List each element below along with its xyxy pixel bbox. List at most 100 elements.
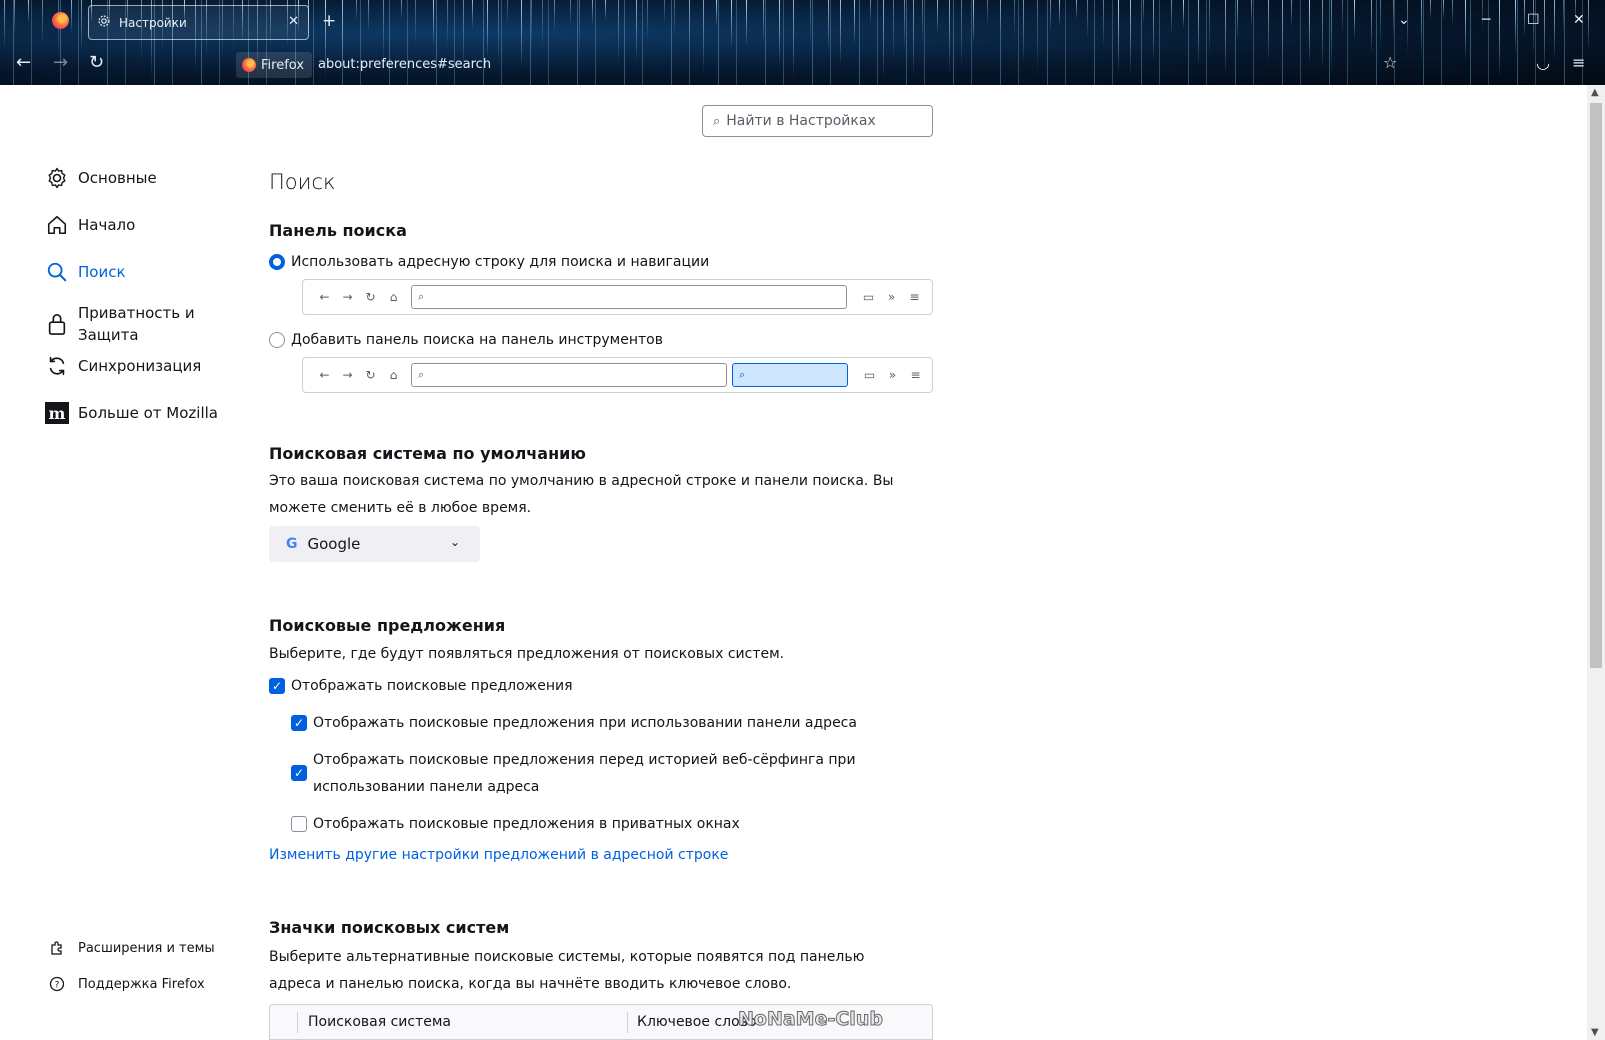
close-window-icon[interactable]: ✕	[1573, 12, 1585, 28]
checkbox[interactable]: ✓	[291, 715, 307, 731]
close-tab-icon[interactable]: ✕	[288, 14, 299, 29]
url-input[interactable]: about:preferences#search	[318, 57, 491, 72]
theme-streak	[810, 0, 811, 46]
column-header-engine[interactable]: Поисковая система	[308, 1014, 451, 1030]
sidebar-item-sync[interactable]: Синхронизация	[44, 353, 201, 379]
back-icon: ←	[319, 368, 330, 382]
radio-button[interactable]	[269, 254, 285, 270]
radio-add-searchbar[interactable]: Добавить панель поиска на панель инструм…	[269, 327, 663, 354]
checkbox[interactable]	[291, 816, 307, 832]
reload-icon: ↻	[365, 368, 376, 382]
theme-streak	[507, 0, 508, 24]
footer-link-label: Поддержка Firefox	[78, 976, 205, 992]
sidebar-item-search[interactable]: Поиск	[44, 259, 126, 285]
tab-settings[interactable]: Настройки ✕	[88, 5, 309, 40]
theme-streak	[618, 0, 619, 64]
sidebar-item-general[interactable]: Основные	[44, 165, 157, 191]
theme-streak	[937, 0, 938, 33]
sidebar-item-home[interactable]: Начало	[44, 212, 135, 238]
minimize-icon[interactable]: ─	[1482, 12, 1490, 28]
shortcuts-description: Выберите альтернативные поисковые систем…	[269, 949, 865, 992]
checkbox-label: Отображать поисковые предложения перед и…	[313, 752, 856, 795]
page-scrollbar[interactable]: ▲ ▼	[1587, 85, 1605, 1040]
theme-streak	[81, 0, 82, 53]
theme-streak	[1103, 0, 1104, 49]
help-icon: ?	[48, 976, 66, 992]
theme-streak	[1499, 0, 1500, 79]
scroll-down-icon[interactable]: ▼	[1591, 1027, 1599, 1038]
theme-streak	[731, 0, 732, 49]
theme-streak	[342, 0, 343, 64]
identity-label: Firefox	[261, 57, 305, 73]
theme-streak	[58, 0, 59, 59]
mozilla-icon: m	[44, 400, 70, 426]
puzzle-icon	[48, 940, 66, 956]
radio-label: Использовать адресную строку для поиска …	[291, 254, 710, 270]
watermark: NoNaMe-Club	[738, 1008, 884, 1031]
identity-box[interactable]: Firefox	[236, 52, 313, 78]
urlbar-mock: ⌕	[411, 285, 847, 309]
theme-streak	[973, 0, 974, 45]
new-tab-icon[interactable]: +	[322, 11, 336, 31]
theme-streak	[1515, 0, 1516, 54]
checkbox[interactable]: ✓	[291, 765, 307, 781]
scroll-up-icon[interactable]: ▲	[1591, 87, 1599, 98]
theme-streak	[401, 0, 402, 20]
settings-search-input[interactable]: ⌕ Найти в Настройках	[702, 105, 933, 137]
checkbox-label: Отображать поисковые предложения	[291, 678, 573, 694]
checkbox-suggestions-address-bar[interactable]: ✓ Отображать поисковые предложения при и…	[291, 710, 857, 737]
theme-streak	[883, 0, 884, 79]
other-suggestion-settings-link[interactable]: Изменить другие настройки предложений в …	[269, 847, 728, 863]
lock-icon	[44, 311, 70, 337]
back-icon[interactable]: ←	[16, 52, 31, 73]
checkbox[interactable]: ✓	[269, 678, 285, 694]
checkbox-suggestions-before-history[interactable]: ✓ Отображать поисковые предложения перед…	[291, 747, 891, 801]
pocket-icon[interactable]: ◡	[1536, 53, 1550, 72]
menu-icon: ≡	[909, 290, 920, 304]
menu-icon[interactable]: ≡	[1572, 53, 1585, 72]
sidebar-footer-support[interactable]: ? Поддержка Firefox	[48, 976, 205, 992]
checkbox-suggestions-private[interactable]: Отображать поисковые предложения в прива…	[291, 811, 740, 838]
theme-streak	[554, 0, 555, 33]
theme-streak	[1354, 0, 1355, 40]
theme-streak	[1430, 0, 1431, 20]
overflow-icon: »	[888, 368, 897, 382]
radio-use-urlbar[interactable]: Использовать адресную строку для поиска …	[269, 249, 709, 276]
theme-streak	[71, 0, 72, 34]
radio-button[interactable]	[269, 332, 285, 348]
checkbox-show-suggestions[interactable]: ✓ Отображать поисковые предложения	[269, 673, 573, 700]
urlbar-preview: ← → ↻ ⌂ ⌕ ▭ » ≡	[302, 279, 933, 315]
default-engine-heading: Поисковая система по умолчанию	[269, 444, 586, 463]
maximize-icon[interactable]: ☐	[1527, 12, 1540, 28]
theme-streak	[472, 0, 473, 29]
checkbox-label: Отображать поисковые предложения в прива…	[313, 816, 740, 832]
sidebar-footer-addons[interactable]: Расширения и темы	[48, 940, 215, 956]
sidebar-item-mozilla[interactable]: m Больше от Mozilla	[44, 400, 218, 426]
bookmark-star-icon[interactable]: ☆	[1383, 53, 1397, 72]
firefox-view-icon[interactable]	[52, 12, 69, 29]
sidebar-item-privacy[interactable]: Приватность и Защита	[44, 302, 198, 346]
sidebar-item-label: Основные	[78, 169, 157, 187]
default-engine-select[interactable]: G Google ⌄	[269, 526, 480, 562]
footer-link-label: Расширения и темы	[78, 940, 215, 956]
urlbar-mock: ⌕	[411, 363, 727, 387]
theme-streak	[1563, 0, 1564, 34]
gear-icon	[97, 14, 111, 31]
sidebar-icon: ▭	[862, 290, 875, 304]
scrollbar-thumb[interactable]	[1590, 103, 1602, 668]
forward-icon[interactable]: →	[53, 52, 68, 73]
theme-streak	[1465, 0, 1466, 60]
theme-streak	[1000, 0, 1001, 35]
theme-streak	[949, 0, 950, 74]
theme-streak	[415, 0, 416, 46]
theme-streak	[531, 0, 532, 49]
theme-streak	[1371, 0, 1372, 56]
reload-icon[interactable]: ↻	[89, 52, 104, 73]
theme-streak	[828, 0, 829, 53]
selected-engine: Google	[307, 535, 361, 553]
chevron-down-icon: ⌄	[449, 535, 460, 549]
forward-icon: →	[342, 290, 353, 304]
shortcuts-heading: Значки поисковых систем	[269, 918, 510, 937]
theme-streak	[368, 0, 369, 32]
list-tabs-icon[interactable]: ⌄	[1398, 12, 1410, 28]
